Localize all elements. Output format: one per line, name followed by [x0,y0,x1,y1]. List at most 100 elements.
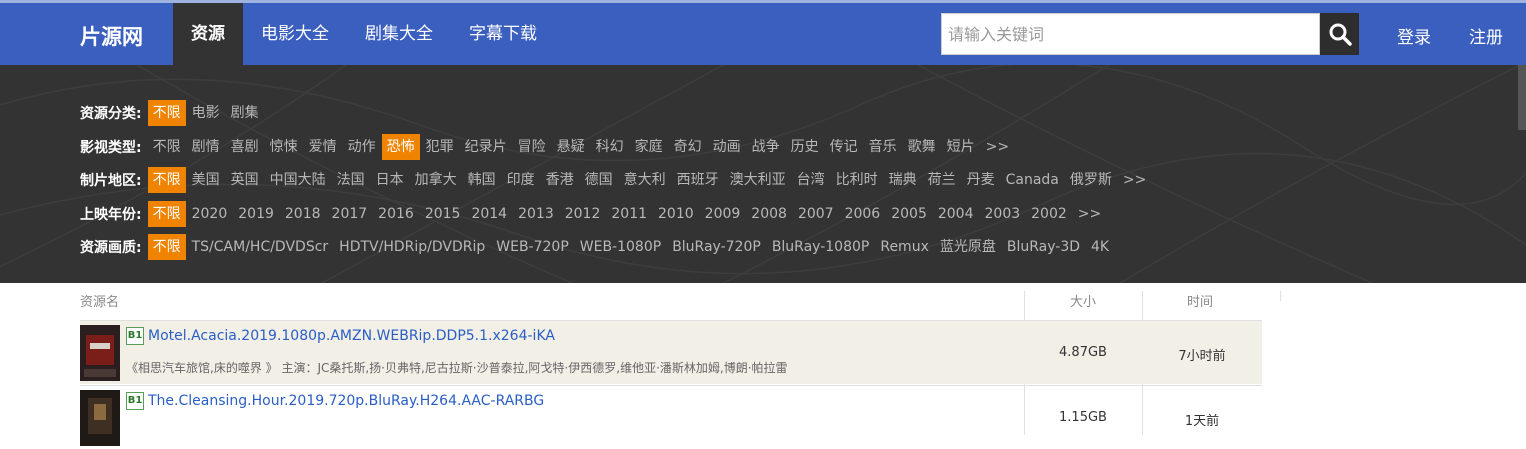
filter-option[interactable]: BluRay-1080P [767,234,875,260]
poster-thumbnail[interactable] [80,325,120,381]
table-row[interactable]: B1 The.Cleansing.Hour.2019.720p.BluRay.H… [80,385,1262,449]
filter-option[interactable]: 音乐 [864,134,902,160]
filter-option[interactable]: 2018 [280,201,326,227]
filter-option[interactable]: HDTV/HDRip/DVDRip [334,234,490,260]
column-divider [1280,291,1281,301]
filter-option[interactable]: Canada [1001,167,1064,193]
filter-option[interactable]: 2012 [560,201,606,227]
filter-option[interactable]: 电影 [187,100,225,126]
table-row[interactable]: B1 Motel.Acacia.2019.1080p.AMZN.WEBRip.D… [80,320,1262,384]
filter-option[interactable]: 加拿大 [410,167,462,193]
filter-option[interactable]: 瑞典 [884,167,922,193]
filter-option[interactable]: 2006 [840,201,886,227]
register-link[interactable]: 注册 [1469,23,1503,48]
filter-option[interactable]: 4K [1086,234,1114,260]
filter-option[interactable]: 喜剧 [226,134,264,160]
filter-option[interactable]: 战争 [747,134,785,160]
filter-option[interactable]: 2005 [886,201,932,227]
filter-row-quality: 资源画质: 不限 TS/CAM/HC/DVDScr HDTV/HDRip/DVDRip… [80,234,1115,260]
filter-option[interactable]: 俄罗斯 [1065,167,1117,193]
resource-link[interactable]: Motel.Acacia.2019.1080p.AMZN.WEBRip.DDP5… [148,328,555,344]
filter-option[interactable]: Remux [875,234,934,260]
filter-option[interactable]: 丹麦 [962,167,1000,193]
more-options-button[interactable]: >> [1118,167,1151,193]
filter-option[interactable]: 香港 [541,167,579,193]
filter-option[interactable]: 意大利 [619,167,671,193]
filter-option[interactable]: 2009 [700,201,746,227]
filter-option[interactable]: 2008 [746,201,792,227]
filter-option[interactable]: 2010 [653,201,699,227]
filter-option[interactable]: WEB-1080P [575,234,666,260]
filter-option[interactable]: 纪录片 [460,134,512,160]
filter-option[interactable]: 短片 [942,134,980,160]
filter-option[interactable]: 不限 [147,167,186,193]
filter-option[interactable]: 日本 [371,167,409,193]
filter-option[interactable]: 传记 [825,134,863,160]
filter-option[interactable]: 美国 [187,167,225,193]
filter-option[interactable]: 2003 [980,201,1026,227]
search-button[interactable] [1320,13,1359,55]
filter-option[interactable]: 不限 [148,134,186,160]
main-nav: 资源 电影大全 剧集大全 字幕下载 [173,3,555,65]
filter-option[interactable]: 2013 [513,201,559,227]
filter-option[interactable]: 不限 [147,201,186,227]
filter-option[interactable]: BluRay-720P [667,234,766,260]
filter-row-genre: 影视类型: 不限 剧情 喜剧 惊悚 爱情 动作 恐怖 犯罪 纪录片 冒险 悬疑 科幻 家庭 奇幻 动画 战争 历史… [80,134,1015,160]
resource-link[interactable]: The.Cleansing.Hour.2019.720p.BluRay.H264… [148,393,544,409]
nav-resources[interactable]: 资源 [173,3,243,65]
filter-option[interactable]: 剧集 [226,100,264,126]
filter-option[interactable]: 历史 [786,134,824,160]
more-options-button[interactable]: >> [1073,201,1106,227]
scrollbar[interactable] [1518,65,1526,130]
poster-thumbnail[interactable] [80,390,120,446]
nav-series[interactable]: 剧集大全 [347,3,451,65]
filter-option[interactable]: 犯罪 [421,134,459,160]
filter-option[interactable]: 台湾 [792,167,830,193]
filter-option[interactable]: 剧情 [187,134,225,160]
filter-option[interactable]: TS/CAM/HC/DVDScr [187,234,334,260]
filter-option[interactable]: 悬疑 [552,134,590,160]
filter-option[interactable]: 德国 [580,167,618,193]
filter-option[interactable]: 澳大利亚 [725,167,791,193]
filter-option[interactable]: 动画 [708,134,746,160]
filter-option[interactable]: 爱情 [304,134,342,160]
filter-option[interactable]: 蓝光原盘 [935,234,1001,260]
login-link[interactable]: 登录 [1397,23,1431,48]
filter-option[interactable]: 科幻 [591,134,629,160]
filter-option[interactable]: 惊悚 [265,134,303,160]
filter-option[interactable]: 印度 [502,167,540,193]
filter-option[interactable]: 2015 [420,201,466,227]
filter-option[interactable]: 中国大陆 [265,167,331,193]
search-bar [941,13,1359,55]
filter-option[interactable]: 2020 [187,201,233,227]
filter-option[interactable]: 韩国 [463,167,501,193]
nav-movies[interactable]: 电影大全 [243,3,347,65]
filter-option[interactable]: 比利时 [831,167,883,193]
filter-option[interactable]: 家庭 [630,134,668,160]
filter-option[interactable]: 歌舞 [903,134,941,160]
filter-option[interactable]: 2017 [327,201,373,227]
filter-option[interactable]: 西班牙 [672,167,724,193]
filter-option[interactable]: 英国 [226,167,264,193]
filter-option[interactable]: 不限 [147,100,186,126]
filter-option[interactable]: 2002 [1026,201,1072,227]
search-input[interactable] [941,13,1320,55]
site-logo[interactable]: 片源网 [80,21,143,51]
filter-option[interactable]: BluRay-3D [1002,234,1085,260]
filter-option[interactable]: WEB-720P [491,234,574,260]
filter-option[interactable]: 2007 [793,201,839,227]
filter-option[interactable]: 不限 [147,234,186,260]
filter-option[interactable]: 2011 [606,201,652,227]
nav-subtitles[interactable]: 字幕下载 [451,3,555,65]
more-options-button[interactable]: >> [981,134,1014,160]
filter-option[interactable]: 冒险 [513,134,551,160]
filter-option[interactable]: 奇幻 [669,134,707,160]
filter-option[interactable]: 2004 [933,201,979,227]
filter-option[interactable]: 2019 [233,201,279,227]
filter-option[interactable]: 荷兰 [923,167,961,193]
filter-option[interactable]: 法国 [332,167,370,193]
filter-option[interactable]: 2016 [373,201,419,227]
filter-option[interactable]: 2014 [466,201,512,227]
filter-option[interactable]: 恐怖 [381,134,420,160]
filter-option[interactable]: 动作 [343,134,381,160]
